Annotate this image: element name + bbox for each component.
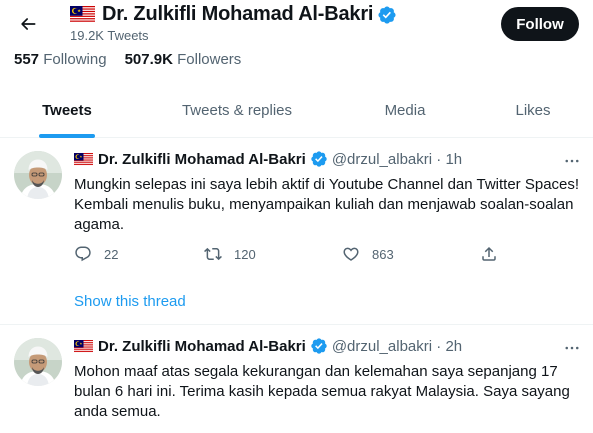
more-options-button[interactable]	[562, 151, 582, 171]
follow-stats: 557 Following 507.9K Followers	[14, 51, 241, 68]
like-button[interactable]: 863	[342, 245, 394, 263]
verified-badge-icon	[310, 337, 328, 355]
malaysia-flag-icon	[74, 152, 93, 166]
more-horizontal-icon	[565, 159, 579, 163]
tweet-text: Mohon maaf atas segala kekurangan dan ke…	[74, 363, 570, 420]
tab-tweets[interactable]: Tweets	[0, 84, 134, 138]
tweet-handle[interactable]: @drzul_albakri	[332, 151, 432, 168]
profile-header: Dr. Zulkifli Mohamad Al-Bakri 19.2K Twee…	[0, 0, 593, 46]
tweet-author-name[interactable]: Dr. Zulkifli Mohamad Al-Bakri	[98, 151, 306, 168]
reply-count: 22	[104, 246, 119, 262]
avatar[interactable]	[14, 151, 62, 199]
dot-separator: ·	[432, 150, 446, 168]
following-count: 557	[14, 51, 40, 68]
like-count: 863	[372, 246, 394, 262]
tweet-time[interactable]: 1h	[445, 151, 462, 168]
show-thread-link[interactable]: Show this thread	[74, 293, 186, 310]
malaysia-flag-icon	[74, 339, 93, 353]
tab-likes[interactable]: Likes	[490, 84, 576, 137]
followers-count: 507.9K	[124, 51, 173, 68]
tab-media[interactable]: Media	[360, 84, 450, 137]
verified-badge-icon	[310, 150, 328, 168]
profile-name: Dr. Zulkifli Mohamad Al-Bakri	[102, 3, 374, 25]
following-link[interactable]: 557 Following	[14, 51, 107, 68]
tweet[interactable]: Dr. Zulkifli Mohamad Al-Bakri @drzul_alb…	[0, 326, 593, 433]
reply-icon	[75, 246, 91, 262]
more-horizontal-icon	[565, 346, 579, 350]
tab-label: Likes	[515, 102, 551, 119]
profile-tabs: Tweets Tweets & replies Media Likes	[0, 84, 593, 138]
tweet-handle[interactable]: @drzul_albakri	[332, 338, 432, 355]
retweet-icon	[204, 247, 222, 261]
share-button[interactable]	[480, 245, 510, 263]
tab-label: Tweets	[42, 102, 92, 119]
back-button[interactable]	[14, 10, 42, 38]
heart-icon	[343, 247, 359, 261]
more-options-button[interactable]	[562, 338, 582, 358]
profile-title: Dr. Zulkifli Mohamad Al-Bakri	[70, 3, 397, 26]
tweet-actions: 22 120 863	[74, 245, 514, 265]
share-icon	[482, 246, 496, 261]
avatar[interactable]	[14, 338, 62, 386]
tweet-time[interactable]: 2h	[445, 338, 462, 355]
tweet-count: 19.2K Tweets	[70, 28, 149, 43]
following-label: Following	[43, 51, 107, 68]
followers-link[interactable]: 507.9K Followers	[125, 51, 242, 68]
tab-label: Media	[384, 102, 426, 119]
active-tab-indicator	[39, 134, 95, 138]
arrow-left-icon	[21, 18, 36, 30]
tab-tweets-and-replies[interactable]: Tweets & replies	[160, 84, 314, 137]
tweet-header: Dr. Zulkifli Mohamad Al-Bakri @drzul_alb…	[74, 150, 462, 168]
reply-button[interactable]: 22	[74, 245, 118, 263]
verified-badge-icon	[377, 5, 397, 25]
tweet-author-name[interactable]: Dr. Zulkifli Mohamad Al-Bakri	[98, 338, 306, 355]
tweet[interactable]: Dr. Zulkifli Mohamad Al-Bakri @drzul_alb…	[0, 139, 593, 325]
tab-label: Tweets & replies	[181, 102, 293, 119]
retweet-count: 120	[234, 246, 256, 262]
followers-label: Followers	[177, 51, 242, 68]
malaysia-flag-icon	[70, 6, 95, 23]
dot-separator: ·	[432, 337, 446, 355]
retweet-button[interactable]: 120	[204, 245, 256, 263]
tweet-text: Mungkin selepas ini saya lebih aktif di …	[74, 176, 580, 233]
follow-button[interactable]: Follow	[501, 7, 579, 41]
tweet-header: Dr. Zulkifli Mohamad Al-Bakri @drzul_alb…	[74, 337, 462, 355]
